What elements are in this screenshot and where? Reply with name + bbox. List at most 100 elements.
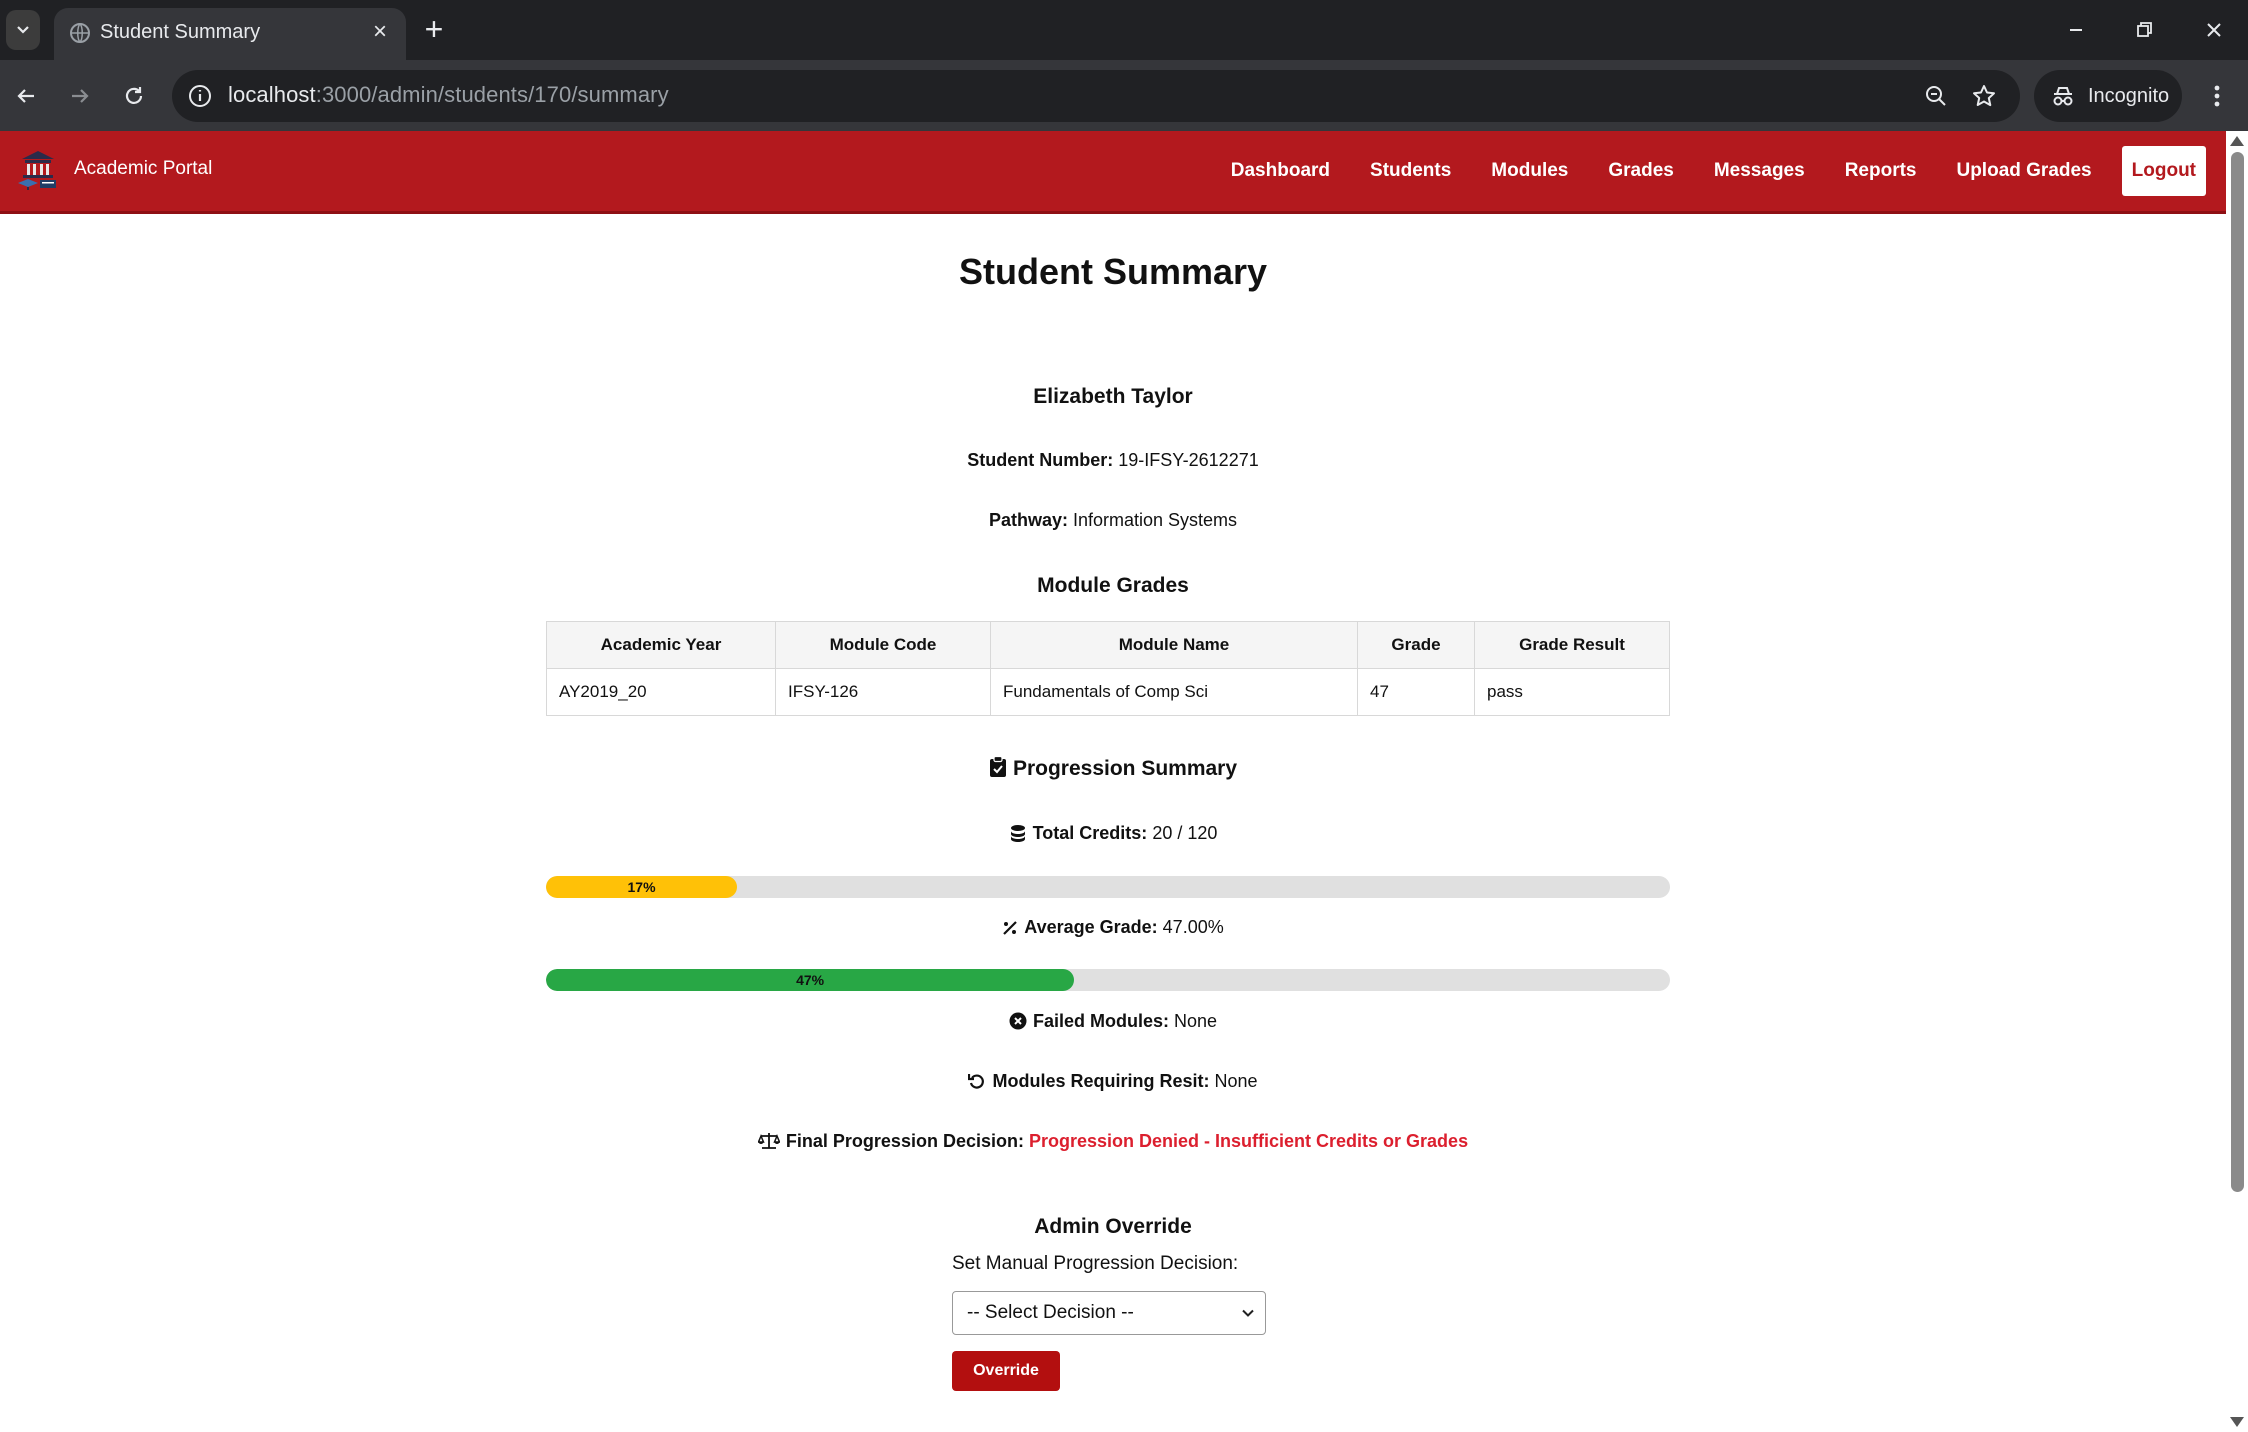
url-text: localhost:3000/admin/students/170/summar…: [228, 82, 669, 108]
forward-button[interactable]: [58, 74, 102, 118]
percent-icon: [1003, 921, 1018, 935]
average-grade-value: 47.00%: [1162, 917, 1224, 937]
failed-modules-label: Failed Modules:: [1032, 1011, 1169, 1031]
scroll-up-arrow[interactable]: [2230, 136, 2244, 146]
progression-heading: Progression Summary: [1012, 757, 1238, 780]
total-credits-line: Total Credits: 20 / 120: [0, 823, 2226, 844]
zoom-icon[interactable]: [1922, 82, 1950, 110]
incognito-label: Incognito: [2088, 85, 2170, 107]
student-number-line: Student Number: 19-IFSY-2612271: [0, 450, 2226, 471]
incognito-icon: [2053, 87, 2073, 106]
restore-button[interactable]: [2116, 10, 2172, 50]
browser-menu-button[interactable]: [2200, 76, 2234, 116]
minimize-button[interactable]: [2048, 10, 2104, 50]
address-bar[interactable]: localhost:3000/admin/students/170/summar…: [172, 70, 2020, 122]
university-logo-icon[interactable]: [16, 147, 60, 191]
cell-academic-year: AY2019_20: [546, 668, 776, 716]
nav-upload-grades[interactable]: Upload Grades: [1956, 160, 2091, 182]
cell-module-code: IFSY-126: [775, 668, 991, 716]
redo-icon: [968, 1074, 985, 1089]
progression-heading-line: Progression Summary: [0, 756, 2226, 781]
table-header-row: Academic Year Module Code Module Name Gr…: [546, 621, 1670, 669]
final-decision-label: Final Progression Decision:: [785, 1131, 1024, 1151]
reload-icon: [125, 87, 143, 104]
credits-progress-bar: 17%: [546, 876, 1670, 898]
cell-module-name: Fundamentals of Comp Sci: [990, 668, 1358, 716]
page-viewport: Academic Portal Dashboard Students Modul…: [0, 131, 2248, 1432]
site-info-icon[interactable]: [186, 82, 214, 110]
bookmark-star-icon[interactable]: [1970, 82, 1998, 110]
pathway-line: Pathway: Information Systems: [0, 510, 2226, 531]
override-button[interactable]: Override: [952, 1351, 1060, 1391]
resit-modules-line: Modules Requiring Resit: None: [0, 1071, 2226, 1092]
minimize-icon: [2070, 29, 2082, 31]
tab-strip: Student Summary × +: [0, 0, 2248, 60]
total-credits-label: Total Credits:: [1032, 823, 1148, 843]
col-module-name: Module Name: [990, 621, 1358, 669]
student-number-label: Student Number:: [967, 450, 1114, 470]
admin-override-heading: Admin Override: [1034, 1215, 1192, 1238]
override-label: Set Manual Progression Decision:: [952, 1253, 1239, 1274]
balance-scale-icon: [757, 1133, 780, 1149]
more-vert-icon: [2214, 85, 2220, 107]
nav-students[interactable]: Students: [1370, 160, 1451, 182]
module-grades-heading: Module Grades: [1037, 574, 1189, 597]
average-grade-line: Average Grade: 47.00%: [0, 917, 2226, 938]
url-path: :3000/admin/students/170/summary: [315, 82, 669, 107]
module-grades-table: Academic Year Module Code Module Name Gr…: [546, 621, 1670, 716]
nav-messages[interactable]: Messages: [1714, 160, 1805, 182]
credits-progress-fill: 17%: [546, 876, 738, 898]
final-decision-line: Final Progression Decision: Progression …: [0, 1131, 2226, 1152]
close-window-button[interactable]: [2186, 10, 2242, 50]
total-credits-value: 20 / 120: [1152, 823, 1218, 843]
scroll-down-arrow[interactable]: [2230, 1417, 2244, 1427]
average-grade-progress-bar: 47%: [546, 969, 1670, 991]
url-host: localhost: [228, 82, 316, 107]
resit-modules-value: None: [1214, 1071, 1258, 1091]
circle-x-icon: [1009, 1012, 1027, 1030]
page-title: Student Summary: [958, 251, 1268, 292]
failed-modules-value: None: [1174, 1011, 1218, 1031]
page-scrollbar[interactable]: [2226, 131, 2248, 1432]
failed-modules-line: Failed Modules: None: [0, 1011, 2226, 1032]
new-tab-button[interactable]: +: [416, 12, 452, 48]
back-button[interactable]: [4, 74, 48, 118]
col-module-code: Module Code: [775, 621, 991, 669]
restore-icon: [2137, 22, 2152, 37]
pathway-label: Pathway:: [988, 510, 1068, 530]
cell-grade-result: pass: [1474, 668, 1670, 716]
average-grade-progress-fill: 47%: [546, 969, 1075, 991]
coins-icon: [1010, 825, 1025, 842]
average-grade-label: Average Grade:: [1024, 917, 1158, 937]
nav-reports[interactable]: Reports: [1845, 160, 1917, 182]
close-tab-icon[interactable]: ×: [366, 18, 394, 46]
brand-name[interactable]: Academic Portal: [74, 158, 212, 180]
nav-modules[interactable]: Modules: [1491, 160, 1568, 182]
incognito-indicator[interactable]: Incognito: [2034, 70, 2182, 122]
col-grade: Grade: [1357, 621, 1475, 669]
student-number-value: 19-IFSY-2612271: [1118, 450, 1259, 470]
tab-title: Student Summary: [100, 21, 261, 43]
logout-button[interactable]: Logout: [2121, 146, 2206, 196]
cell-grade: 47: [1357, 668, 1475, 716]
reload-button[interactable]: [112, 74, 156, 118]
app-navbar: Academic Portal Dashboard Students Modul…: [0, 131, 2226, 214]
globe-icon: [70, 23, 90, 43]
decision-select-value: -- Select Decision --: [967, 1302, 1134, 1323]
scroll-thumb[interactable]: [2231, 152, 2244, 1192]
student-name: Elizabeth Taylor: [1033, 385, 1193, 408]
col-grade-result: Grade Result: [1474, 621, 1670, 669]
nav-dashboard[interactable]: Dashboard: [1231, 160, 1330, 182]
table-row: AY2019_20 IFSY-126 Fundamentals of Comp …: [546, 668, 1670, 716]
arrow-left-icon: [17, 89, 34, 103]
clipboard-check-icon: [989, 756, 1006, 777]
resit-modules-label: Modules Requiring Resit:: [992, 1071, 1210, 1091]
tab-search-button[interactable]: [6, 10, 40, 50]
pathway-value: Information Systems: [1072, 510, 1238, 530]
browser-tab[interactable]: Student Summary ×: [54, 8, 406, 60]
decision-select[interactable]: -- Select Decision --: [952, 1291, 1266, 1335]
arrow-right-icon: [72, 89, 89, 103]
chevron-down-icon: [1242, 1309, 1254, 1317]
nav-grades[interactable]: Grades: [1608, 160, 1673, 182]
nav-links: Dashboard Students Modules Grades Messag…: [1191, 145, 2206, 197]
